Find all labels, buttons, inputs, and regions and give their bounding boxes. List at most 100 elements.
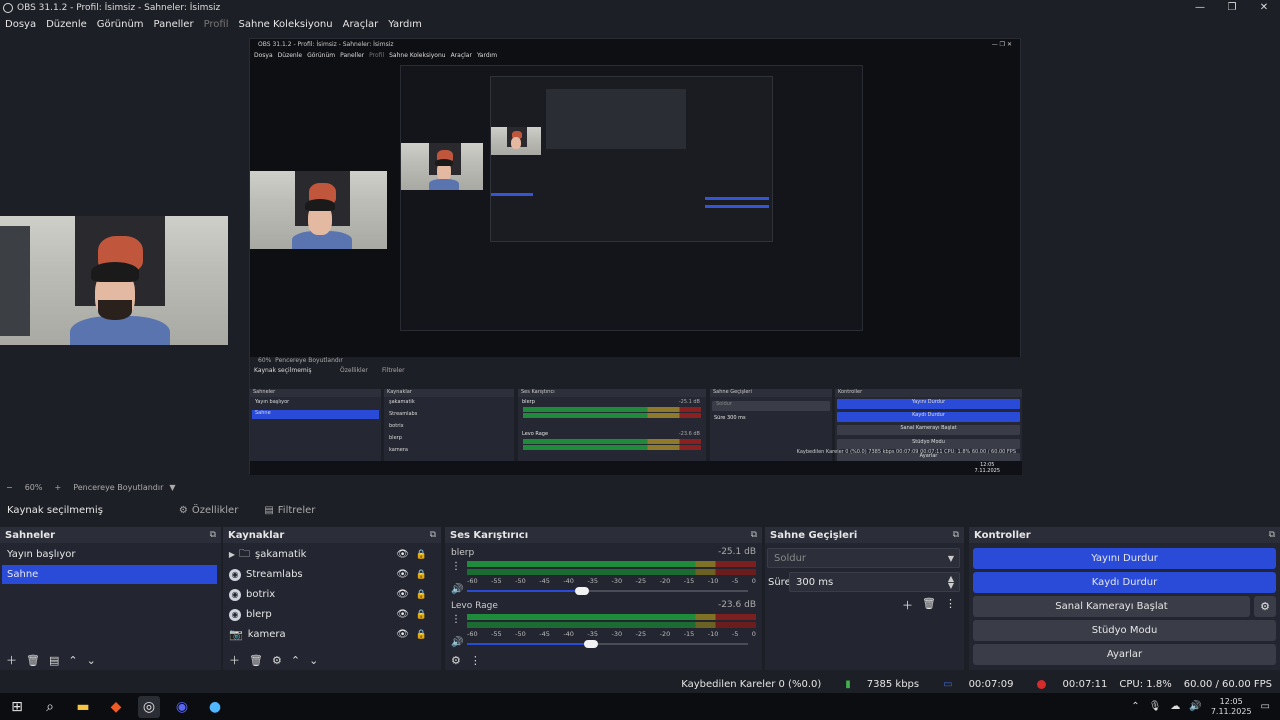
source-item-blerp[interactable]: ◉ blerp 👁 🔒 (227, 605, 435, 624)
app-icon[interactable]: ● (204, 696, 226, 718)
close-button[interactable]: ✕ (1248, 0, 1280, 15)
undock-icon[interactable]: ⧉ (953, 530, 959, 540)
lock-icon[interactable]: 🔒 (416, 630, 427, 640)
transition-select[interactable]: Soldur ▼ (767, 548, 960, 568)
nested-control-button: Sanal Kamerayı Başlat (837, 425, 1020, 435)
filters-button[interactable]: ▤ Filtreler (258, 502, 321, 519)
mixer-menu-icon[interactable]: ⋮ (470, 654, 481, 667)
source-item-kamera[interactable]: 📷 kamera 👁 🔒 (227, 625, 435, 644)
volume-icon[interactable]: 🔊 (1189, 701, 1201, 712)
remove-scene-button[interactable]: 🗑 (26, 654, 40, 667)
move-up-button[interactable]: ⌃ (291, 654, 300, 667)
settings-button[interactable]: Ayarlar (973, 644, 1276, 665)
lock-icon[interactable]: 🔒 (416, 570, 427, 580)
channel-menu-icon[interactable]: ⋮ (451, 561, 461, 572)
speaker-icon[interactable]: 🔊 (451, 637, 463, 648)
nested-menu-item: Paneller (340, 52, 365, 59)
visibility-eye-icon[interactable]: 👁 (396, 549, 409, 560)
virtual-cam-settings-gear-icon[interactable]: ⚙ (1254, 596, 1276, 617)
undock-icon[interactable]: ⧉ (210, 530, 216, 540)
menu-yardim[interactable]: Yardım (388, 19, 422, 30)
zoom-out-button[interactable]: − (6, 483, 13, 492)
speaker-icon[interactable]: 🔊 (451, 584, 463, 595)
menu-gorunum[interactable]: Görünüm (97, 19, 144, 30)
studio-mode-button[interactable]: Stüdyo Modu (973, 620, 1276, 641)
file-explorer-icon[interactable]: ▬ (72, 696, 94, 718)
source-item-streamlabs[interactable]: ◉ Streamlabs 👁 🔒 (227, 565, 435, 584)
add-scene-button[interactable]: ＋ (6, 652, 17, 668)
scene-label: Yayın başlıyor (7, 549, 76, 560)
volume-knob[interactable] (583, 640, 598, 648)
menu-araclar[interactable]: Araçlar (343, 19, 379, 30)
search-icon[interactable]: ⌕ (39, 696, 61, 718)
channel-menu-icon[interactable]: ⋮ (451, 614, 461, 625)
brave-browser-icon[interactable]: ◆ (105, 696, 127, 718)
notifications-icon[interactable]: ▭ (1261, 701, 1270, 712)
undock-icon[interactable]: ⧉ (751, 530, 757, 540)
obs-taskbar-icon[interactable]: ◎ (138, 695, 160, 718)
menu-duzenle[interactable]: Düzenle (46, 19, 87, 30)
windows-start-icon[interactable]: ⊞ (6, 696, 28, 718)
menu-paneller[interactable]: Paneller (154, 19, 194, 30)
nested-control-button: Yayını Durdur (837, 399, 1020, 409)
network-icon[interactable]: ☁ (1170, 701, 1180, 712)
stop-record-button[interactable]: Kaydı Durdur (973, 572, 1276, 593)
remove-source-button[interactable]: 🗑 (249, 654, 263, 667)
discord-icon[interactable]: ◉ (171, 696, 193, 718)
add-source-button[interactable]: ＋ (229, 652, 240, 668)
visibility-eye-icon[interactable]: 👁 (396, 609, 409, 620)
visibility-eye-icon[interactable]: 👁 (396, 589, 409, 600)
clock[interactable]: 12:05 7.11.2025 (1211, 697, 1252, 717)
stop-stream-button[interactable]: Yayını Durdur (973, 548, 1276, 569)
expand-arrow-icon[interactable]: ▶ (227, 550, 237, 559)
mixer-title: Ses Karıştırıcı (450, 529, 529, 541)
start-virtual-cam-button[interactable]: Sanal Kamerayı Başlat (973, 596, 1250, 617)
scene-item-yayin-basliyor[interactable]: Yayın başlıyor (2, 545, 217, 564)
lock-icon[interactable]: 🔒 (416, 550, 427, 560)
transition-value: Soldur (774, 552, 807, 564)
volume-knob[interactable] (575, 587, 590, 595)
properties-button[interactable]: ⚙ Özellikler (173, 502, 244, 519)
tray-expand-icon[interactable]: ⌃ (1131, 701, 1139, 712)
visibility-eye-icon[interactable]: 👁 (396, 569, 409, 580)
source-properties-button[interactable]: ⚙ (272, 654, 282, 667)
microphone-icon[interactable]: 🎙 (1149, 701, 1162, 712)
source-item-botrix[interactable]: ◉ botrix 👁 🔒 (227, 585, 435, 604)
undock-icon[interactable]: ⧉ (1269, 530, 1275, 540)
fps: 60.00 / 60.00 FPS (1183, 679, 1272, 690)
volume-meter-left (467, 614, 756, 620)
lock-icon[interactable]: 🔒 (416, 590, 427, 600)
nested-menu-item: Dosya (254, 52, 273, 59)
scene-filters-button[interactable]: ▤ (49, 654, 59, 667)
remove-transition-button[interactable]: 🗑 (922, 597, 936, 613)
no-source-label: Kaynak seçilmemiş (7, 504, 103, 516)
nested-menu-item: Araçlar (450, 52, 472, 59)
spinner-icon[interactable]: ▲ ▼ (948, 575, 954, 590)
move-down-button[interactable]: ⌄ (309, 654, 318, 667)
restore-button[interactable]: ❐ (1216, 0, 1248, 15)
move-up-button[interactable]: ⌃ (68, 654, 77, 667)
undock-icon[interactable]: ⧉ (430, 530, 436, 540)
scene-item-sahne[interactable]: Sahne (2, 565, 217, 584)
visibility-eye-icon[interactable]: 👁 (396, 629, 409, 640)
zoom-in-button[interactable]: + (54, 483, 61, 492)
lock-icon[interactable]: 🔒 (416, 610, 427, 620)
signal-bars-icon: ▮ (845, 679, 851, 690)
source-item-sakamatik[interactable]: ▶ 🗀 şakamatik 👁 🔒 (227, 545, 435, 564)
preview-toolbar: − 60% + Pencereye Boyutlandır ▼ (0, 480, 1280, 495)
advanced-audio-icon[interactable]: ⚙ (451, 654, 461, 667)
add-transition-button[interactable]: ＋ (902, 597, 913, 613)
menu-dosya[interactable]: Dosya (5, 19, 36, 30)
preview-canvas[interactable]: OBS 31.1.2 - Profil: İsimsiz - Sahneler:… (0, 33, 1280, 479)
nested-source-item: botrix (389, 423, 404, 429)
menu-profil[interactable]: Profil (204, 19, 229, 30)
fit-to-window[interactable]: Pencereye Boyutlandır (73, 483, 163, 492)
move-down-button[interactable]: ⌄ (87, 654, 96, 667)
zoom-dropdown-caret[interactable]: ▼ (169, 483, 175, 492)
browser-source-icon: ◉ (229, 608, 241, 621)
minimize-button[interactable]: — (1184, 0, 1216, 15)
menu-sahne-koleksiyonu[interactable]: Sahne Koleksiyonu (239, 19, 333, 30)
transition-menu-icon[interactable]: ⋮ (945, 597, 956, 613)
channel-name: blerp (451, 548, 475, 558)
duration-input[interactable]: 300 ms ▲ ▼ (789, 572, 960, 592)
